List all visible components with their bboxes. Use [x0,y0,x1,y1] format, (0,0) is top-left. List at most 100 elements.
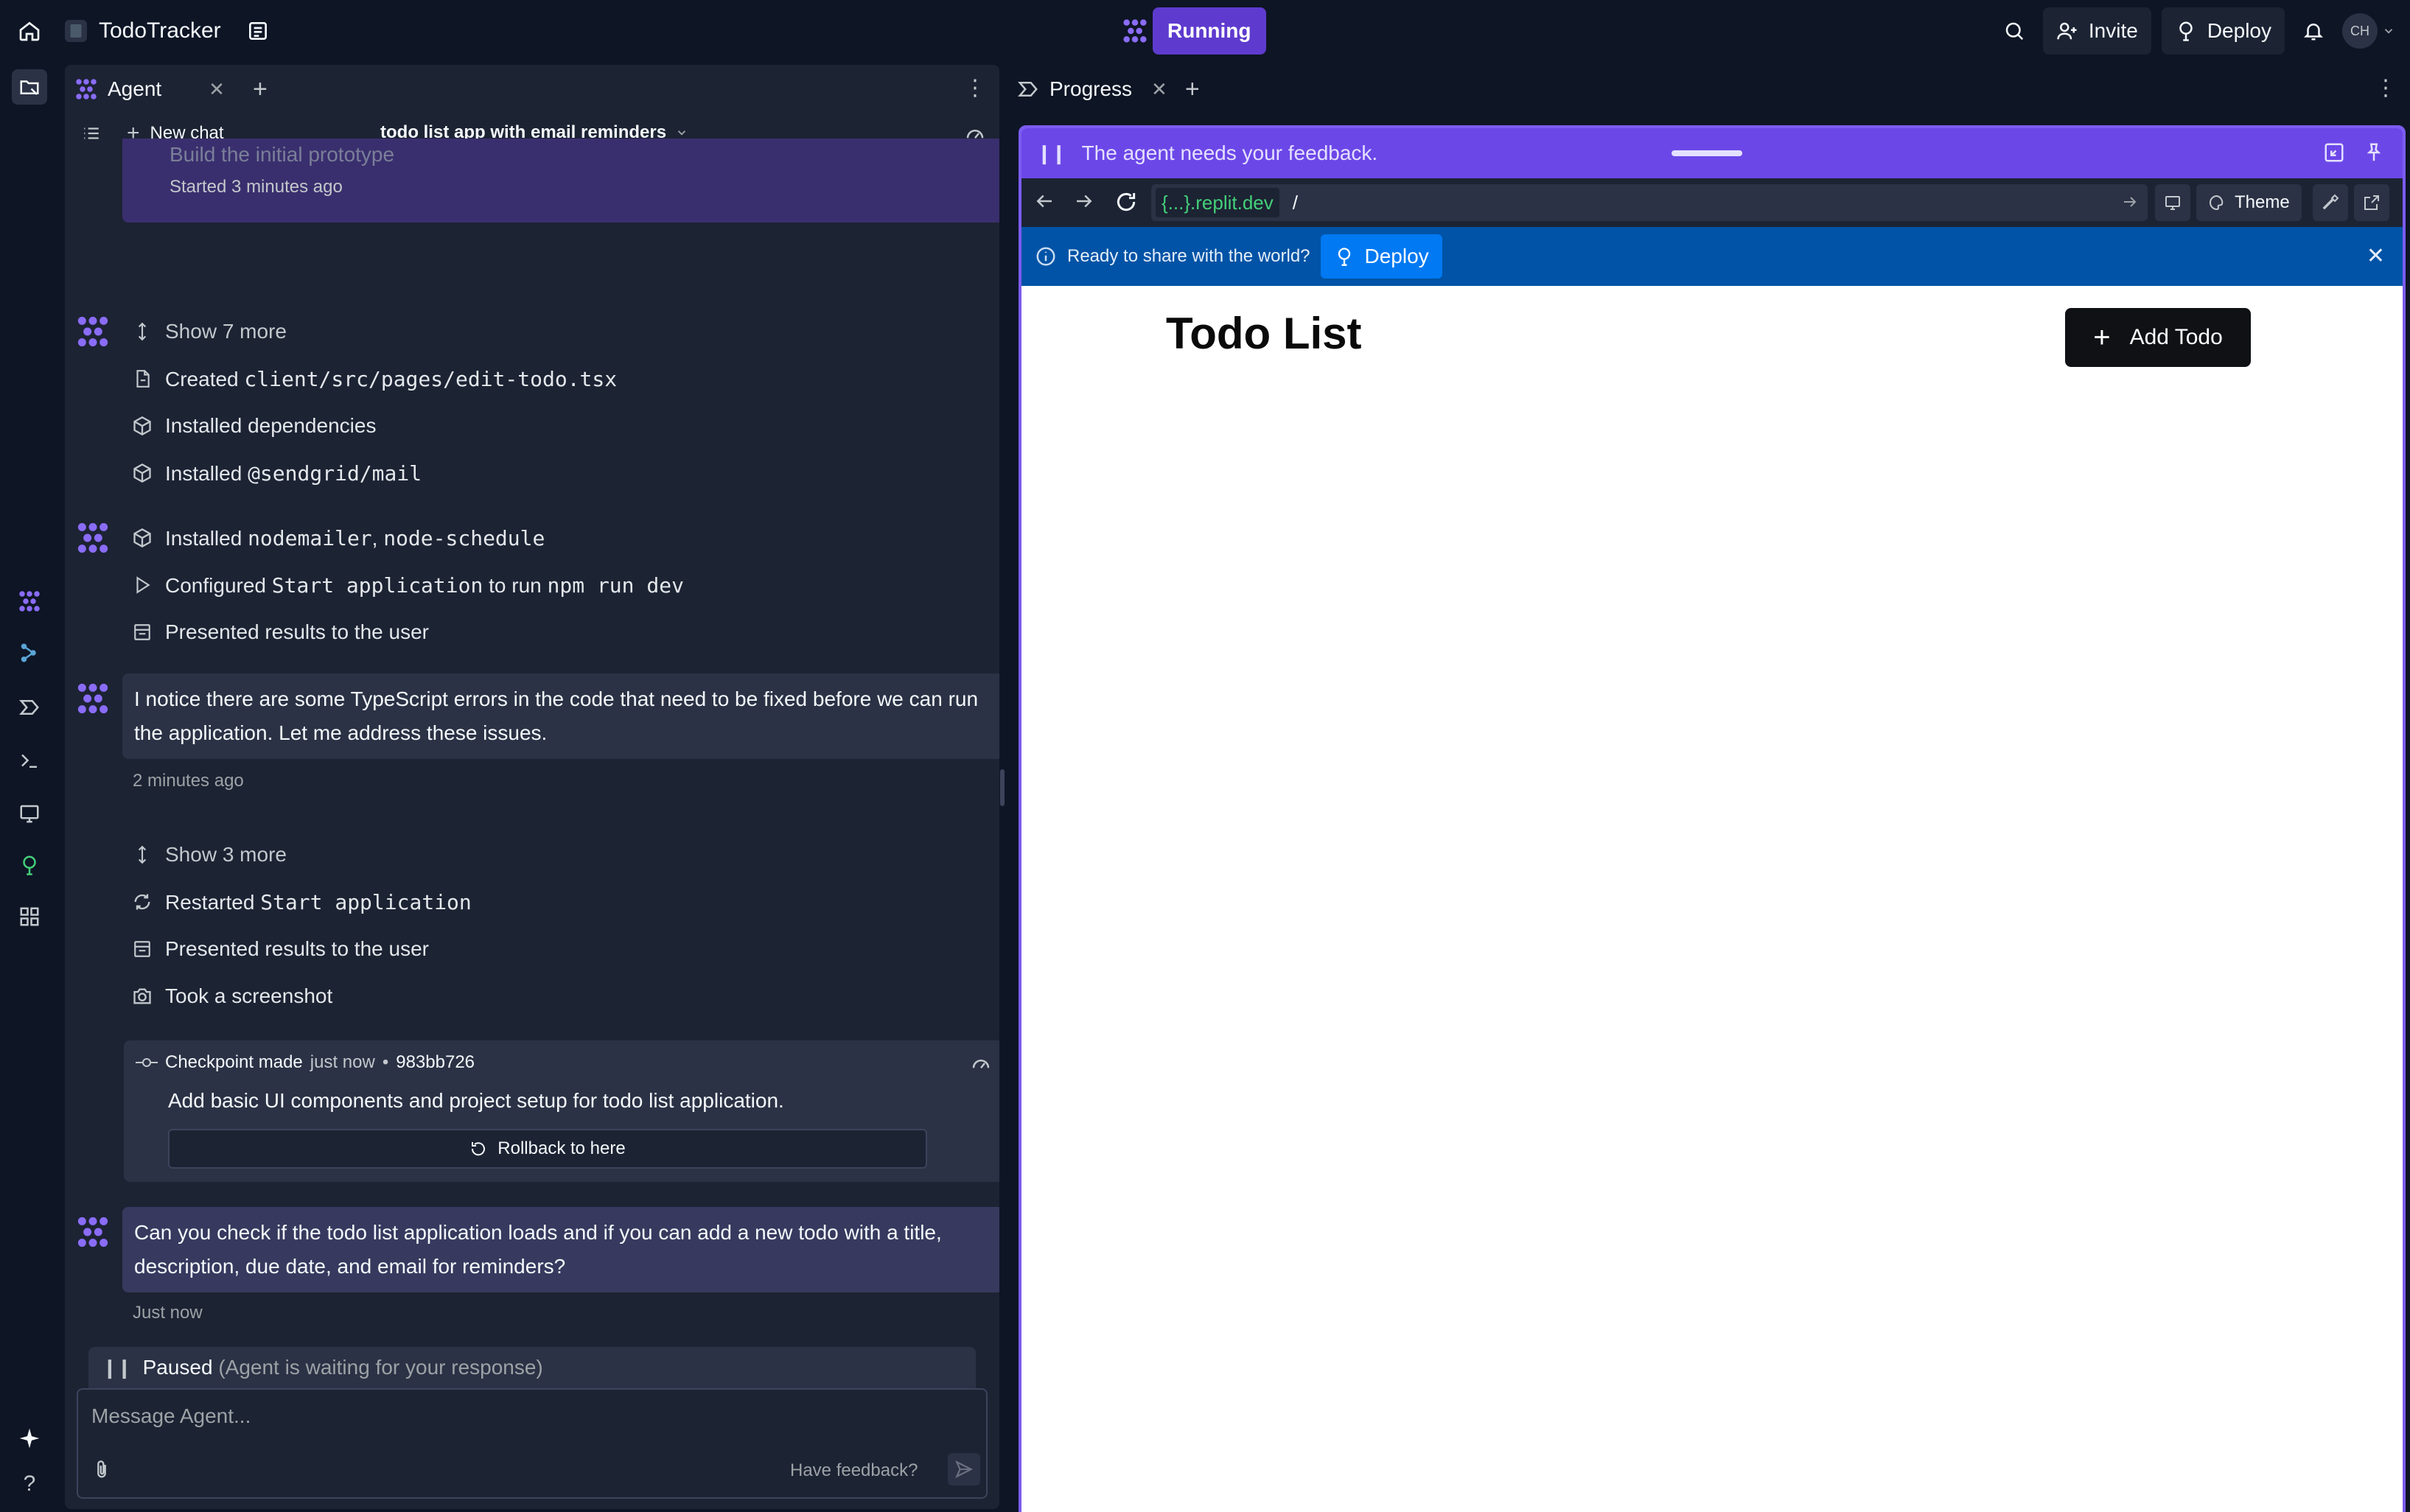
chat-history-icon[interactable] [78,120,105,147]
minimize-icon[interactable] [2323,141,2345,167]
add-user-icon [2057,22,2077,40]
paused-status-bar: ❙❙ Paused (Agent is waiting for your res… [88,1347,976,1388]
checkpoint-description: Add basic UI components and project setu… [168,1089,784,1112]
send-button[interactable] [948,1453,980,1485]
pause-icon: ❙❙ [102,1356,133,1379]
activity-took-screenshot[interactable]: Took a screenshot [131,980,332,1012]
rollback-button[interactable]: Rollback to here [168,1129,927,1169]
search-icon[interactable] [1996,13,2033,49]
webview-icon[interactable] [12,796,47,831]
pin-icon[interactable] [2363,141,2385,167]
tab-agent[interactable]: Agent ✕ [65,65,235,113]
go-icon[interactable] [2121,193,2139,214]
chat-scroll[interactable]: Build the initial prototype Started 3 mi… [65,139,999,1399]
agent-panel: Agent ✕ + ⋮ + New chat todo list app wit… [65,65,999,1509]
theme-button[interactable]: Theme [2196,184,2302,221]
invite-button[interactable]: Invite [2042,7,2151,55]
deploy-button[interactable]: Deploy [2161,7,2285,55]
checkpoint-header: Checkpoint made just now • 983bb726 [136,1052,475,1073]
help-icon[interactable]: ? [12,1466,47,1502]
agent-message: I notice there are some TypeScript error… [122,673,999,759]
tab-progress[interactable]: Progress ✕ [1007,65,1178,113]
activity-restarted-workflow[interactable]: Restarted Start application [131,886,472,918]
show-more-button[interactable]: Show 3 more [131,839,287,871]
checkpoint-hash[interactable]: 983bb726 [396,1052,475,1073]
progress-icon [1018,82,1038,97]
panel-menu-icon[interactable]: ⋮ [2375,75,2397,101]
agent-feedback-bar: ❙❙ The agent needs your feedback. [1021,128,2403,178]
activity-presented-results[interactable]: Presented results to the user [131,616,429,648]
agent-icon [76,79,97,99]
file-panel-icon[interactable] [243,16,273,46]
add-todo-button[interactable]: + Add Todo [2065,308,2251,367]
agent-avatar-icon [77,315,109,348]
close-tab-icon[interactable]: ✕ [209,78,225,101]
add-tab-icon[interactable]: + [253,75,268,104]
refresh-icon [131,891,153,913]
agent-tabbar: Agent ✕ + ⋮ [65,65,999,113]
deployments-icon[interactable] [12,847,47,883]
pause-icon[interactable]: ❙❙ [1036,142,1067,165]
previous-task-card: Build the initial prototype Started 3 mi… [122,139,999,223]
home-icon[interactable] [15,16,44,46]
activity-installed-packages[interactable]: Installed nodemailer, node-schedule [131,522,545,554]
panel-menu-icon[interactable]: ⋮ [964,75,986,101]
avatar: CH [2342,13,2378,49]
assistant-tool-icon[interactable] [12,635,47,671]
shell-icon[interactable] [12,743,47,778]
progress-tabbar: Progress ✕ + ⋮ [1007,65,2410,113]
project-switcher[interactable]: TodoTracker [65,13,273,49]
send-icon [955,1460,974,1479]
activity-installed-deps[interactable]: Installed dependencies [131,410,376,442]
devtools-icon[interactable] [2313,184,2348,221]
feedback-link[interactable]: Have feedback? [790,1460,918,1481]
presentation-icon [131,621,153,643]
account-menu[interactable]: CH [2342,13,2395,49]
activity-installed-package[interactable]: Installed @sendgrid/mail [131,457,422,489]
url-bar: {...}.replit.dev / Theme [1021,178,2403,227]
bell-icon[interactable] [2295,13,2332,49]
panel-resize-handle[interactable] [1000,769,1005,806]
files-icon[interactable] [12,69,47,105]
show-more-button[interactable]: Show 7 more [131,315,287,348]
url-host: {...}.replit.dev [1156,188,1279,217]
activity-configured-workflow[interactable]: Configured Start application to run npm … [131,569,684,601]
deploy-banner: Ready to share with the world? Deploy ✕ [1021,227,2403,286]
message-input[interactable] [91,1397,968,1435]
add-tab-icon[interactable]: + [1185,75,1200,104]
attach-icon[interactable] [91,1459,112,1485]
package-icon [131,462,153,484]
file-icon [131,368,153,390]
activity-created-file[interactable]: Created client/src/pages/edit-todo.tsx [131,363,617,395]
close-tab-icon[interactable]: ✕ [1151,78,1167,101]
back-icon[interactable] [1033,190,1055,216]
progress-tool-icon[interactable] [12,690,47,725]
project-icon [65,20,87,42]
checkpoint-speedometer-icon[interactable] [970,1052,992,1078]
reload-icon[interactable] [1114,190,1138,217]
close-banner-icon[interactable]: ✕ [2367,243,2385,269]
url-field[interactable]: {...}.replit.dev / [1151,184,2148,221]
device-icon[interactable] [2155,184,2190,221]
banner-deploy-button[interactable]: Deploy [1320,234,1442,279]
running-status-button[interactable]: Running [1153,7,1266,55]
activity-presented-results[interactable]: Presented results to the user [131,933,429,965]
open-external-icon[interactable] [2354,184,2389,221]
message-composer: Have feedback? [77,1388,988,1499]
agent-avatar-icon [77,1216,109,1248]
sparkle-icon[interactable] [12,1421,47,1456]
app-preview: Todo List + Add Todo [1021,286,2403,1512]
deploy-icon [2179,21,2193,41]
run-control[interactable]: Running [1117,7,1266,55]
forward-icon[interactable] [1073,190,1095,216]
project-name: TodoTracker [99,18,221,43]
camera-icon [131,985,153,1007]
all-tools-icon[interactable] [12,899,47,934]
agent-tool-icon[interactable] [12,584,47,619]
url-path[interactable]: / [1293,192,1298,214]
progress-panel: Progress ✕ + ⋮ ❙❙ The agent needs your f… [1007,65,2410,1512]
presentation-icon [131,938,153,960]
agent-avatar-icon [77,522,109,554]
package-icon [131,415,153,437]
drag-handle[interactable] [1672,150,1742,156]
